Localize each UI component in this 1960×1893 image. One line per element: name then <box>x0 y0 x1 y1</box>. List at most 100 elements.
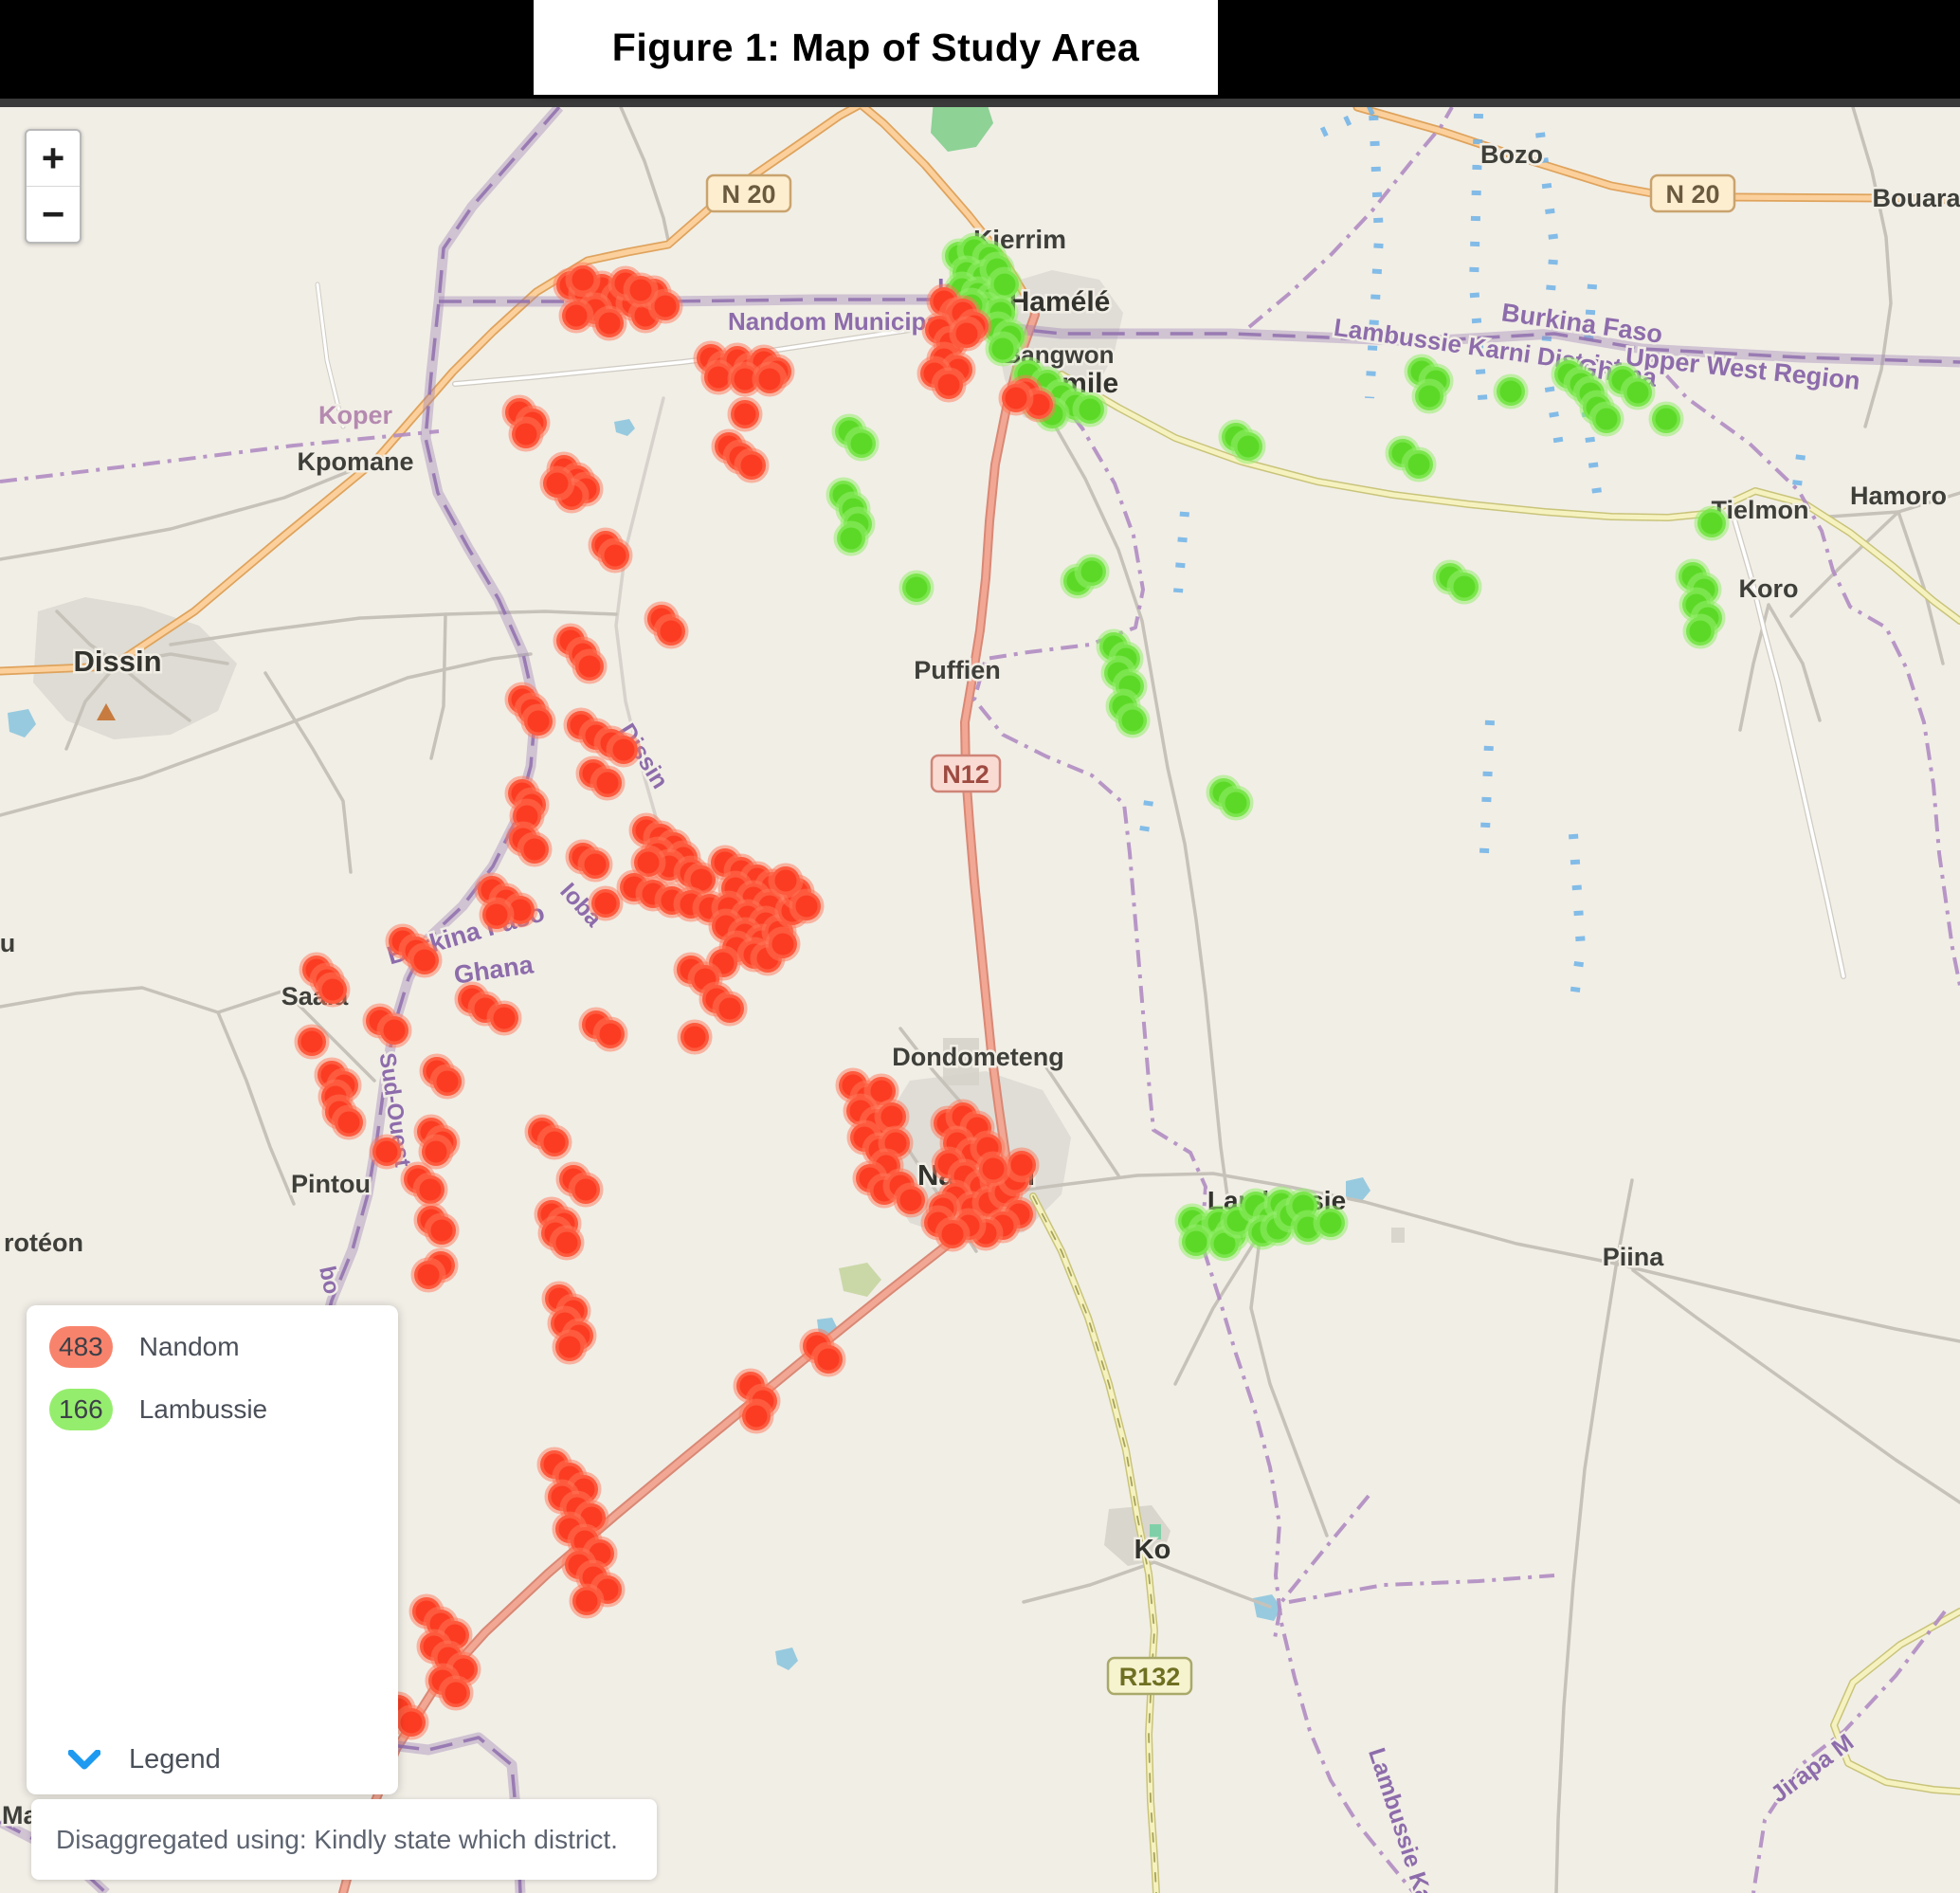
zoom-out-button[interactable]: − <box>27 187 80 242</box>
road-badge-label: N12 <box>942 760 989 789</box>
survey-point-marker[interactable] <box>315 972 351 1008</box>
map-label: rotéon <box>4 1229 83 1257</box>
legend-count-badge: 166 <box>49 1389 113 1430</box>
road-badge-label: R132 <box>1119 1663 1181 1691</box>
legend-panel: 483 Nandom 166 Lambussie Legend <box>27 1305 398 1794</box>
survey-point-marker[interactable] <box>898 570 935 606</box>
survey-point-marker[interactable] <box>592 1016 628 1052</box>
survey-point-marker[interactable] <box>520 703 556 739</box>
survey-point-marker[interactable] <box>577 846 613 883</box>
survey-point-marker[interactable] <box>975 1151 1011 1187</box>
survey-point-marker[interactable] <box>752 361 788 397</box>
survey-point-marker[interactable] <box>1115 702 1151 738</box>
map-label: Bouara <box>1872 184 1960 212</box>
survey-point-marker[interactable] <box>591 305 627 341</box>
survey-point-marker[interactable] <box>1072 391 1108 428</box>
survey-point-marker[interactable] <box>331 1104 367 1140</box>
survey-point-marker[interactable] <box>606 732 642 768</box>
survey-point-marker[interactable] <box>1694 505 1730 541</box>
survey-point-marker[interactable] <box>393 1704 429 1740</box>
survey-point-marker[interactable] <box>479 897 515 933</box>
survey-point-marker[interactable] <box>1588 401 1624 437</box>
chevron-down-icon <box>68 1749 100 1769</box>
survey-point-marker[interactable] <box>588 885 624 921</box>
survey-point-marker[interactable] <box>727 396 763 432</box>
survey-point-marker[interactable] <box>418 1134 454 1170</box>
survey-point-marker[interactable] <box>712 991 748 1027</box>
survey-point-marker[interactable] <box>549 1225 585 1261</box>
survey-point-marker[interactable] <box>569 1583 605 1619</box>
survey-point-marker[interactable] <box>597 537 633 573</box>
legend-collapse-toggle[interactable]: Legend <box>68 1744 221 1775</box>
disaggregation-note: Disaggregated using: Kindly state which … <box>31 1799 657 1880</box>
disaggregation-note-text: Disaggregated using: Kindly state which … <box>56 1824 618 1854</box>
legend-item-nandom[interactable]: 483 Nandom <box>49 1305 398 1368</box>
survey-point-marker[interactable] <box>376 1012 412 1048</box>
figure-title-box: Figure 1: Map of Study Area <box>534 0 1218 95</box>
survey-point-marker[interactable] <box>486 1000 522 1036</box>
survey-point-marker[interactable] <box>738 1398 774 1434</box>
survey-point-marker[interactable] <box>1648 401 1684 437</box>
survey-point-marker[interactable] <box>949 316 985 352</box>
survey-point-marker[interactable] <box>893 1182 929 1218</box>
survey-point-marker[interactable] <box>438 1675 474 1711</box>
survey-point-marker[interactable] <box>508 416 544 452</box>
survey-point-marker[interactable] <box>1446 569 1482 605</box>
map-label: Dissin <box>73 645 161 678</box>
survey-point-marker[interactable] <box>734 447 770 483</box>
survey-point-marker[interactable] <box>810 1341 846 1377</box>
survey-point-marker[interactable] <box>410 1257 446 1293</box>
survey-point-marker[interactable] <box>789 888 825 924</box>
map-label: Puffien <box>914 656 1001 684</box>
survey-point-marker[interactable] <box>568 1172 604 1208</box>
survey-point-marker[interactable] <box>572 648 608 684</box>
map-label: Kpomane <box>297 447 413 476</box>
survey-point-marker[interactable] <box>1411 378 1447 414</box>
survey-point-marker[interactable] <box>931 367 967 403</box>
survey-point-marker[interactable] <box>985 331 1021 367</box>
survey-point-marker[interactable] <box>552 1329 588 1365</box>
survey-point-marker[interactable] <box>590 765 626 801</box>
survey-point-marker[interactable] <box>1682 613 1718 649</box>
survey-point-marker[interactable] <box>424 1212 460 1248</box>
survey-point-marker[interactable] <box>536 1124 572 1160</box>
survey-point-marker[interactable] <box>1218 785 1254 821</box>
legend-item-lambussie[interactable]: 166 Lambussie <box>49 1389 398 1430</box>
survey-point-marker[interactable] <box>765 926 801 962</box>
survey-point-marker[interactable] <box>1493 373 1529 410</box>
map-label: Hamélé <box>1009 286 1111 318</box>
header-strip <box>0 99 1960 107</box>
map-app: KierrimHaméléHamileBangwonBozoBouaraKope… <box>0 0 1960 1893</box>
survey-point-marker[interactable] <box>833 520 869 556</box>
map-label: Koper <box>318 401 393 429</box>
survey-point-marker[interactable] <box>677 1019 713 1055</box>
survey-point-marker[interactable] <box>998 380 1034 416</box>
survey-point-marker[interactable] <box>412 1172 448 1208</box>
survey-point-marker[interactable] <box>1230 428 1266 464</box>
survey-point-marker[interactable] <box>653 613 689 649</box>
survey-point-marker[interactable] <box>1620 374 1656 410</box>
zoom-in-button[interactable]: + <box>27 131 80 186</box>
survey-point-marker[interactable] <box>517 831 553 867</box>
map-label: Ko <box>1134 1535 1171 1565</box>
survey-point-marker[interactable] <box>407 942 443 978</box>
survey-point-marker[interactable] <box>844 426 880 462</box>
survey-point-marker[interactable] <box>1178 1224 1214 1260</box>
survey-point-marker[interactable] <box>558 298 594 334</box>
survey-point-marker[interactable] <box>623 272 659 308</box>
map-label: Dondometeng <box>892 1043 1064 1071</box>
survey-point-marker[interactable] <box>294 1024 330 1060</box>
survey-point-marker[interactable] <box>565 262 601 298</box>
survey-point-marker[interactable] <box>1401 446 1437 482</box>
survey-point-marker[interactable] <box>539 465 575 501</box>
survey-point-marker[interactable] <box>1313 1205 1349 1241</box>
survey-point-marker[interactable] <box>935 1216 971 1252</box>
survey-point-marker[interactable] <box>369 1134 405 1170</box>
survey-point-marker[interactable] <box>768 863 804 899</box>
page-title: Figure 1: Map of Study Area <box>611 25 1140 69</box>
legend-count-badge: 483 <box>49 1326 113 1368</box>
road-badge-label: N 20 <box>1665 180 1719 209</box>
survey-point-marker[interactable] <box>429 1064 465 1100</box>
survey-point-marker[interactable] <box>1074 554 1110 590</box>
survey-point-marker[interactable] <box>1004 1147 1040 1183</box>
